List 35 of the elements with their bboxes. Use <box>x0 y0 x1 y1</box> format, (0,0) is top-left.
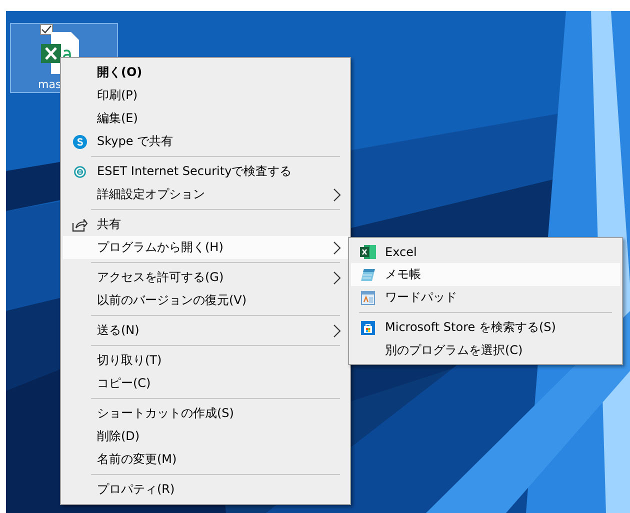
chevron-right-icon <box>333 240 341 254</box>
menu-item[interactable]: 以前のバージョンの復元(V) <box>63 289 348 312</box>
menu-item[interactable]: Microsoft Store を検索する(S) <box>351 316 620 339</box>
menu-item[interactable]: Excel <box>351 240 620 263</box>
menu-item[interactable]: 送る(N) <box>63 319 348 342</box>
menu-item[interactable]: Skype で共有 <box>63 130 348 153</box>
share-icon <box>72 218 88 232</box>
menu-item[interactable]: 削除(D) <box>63 425 348 448</box>
file-name: mas <box>38 78 62 91</box>
menu-item[interactable]: 別のプログラムを選択(C) <box>351 339 620 362</box>
menu-item[interactable]: アクセスを許可する(G) <box>63 266 348 289</box>
spreadsheet-icon <box>360 244 376 258</box>
shield-icon <box>74 166 86 178</box>
menu-item[interactable]: ショートカットの作成(S) <box>63 402 348 425</box>
checkbox[interactable] <box>40 24 53 35</box>
menu-item[interactable]: 詳細設定オプション <box>63 183 348 206</box>
chevron-right-icon <box>333 324 341 338</box>
menu-item[interactable]: メモ帳 <box>351 263 620 286</box>
menu-item[interactable]: 名前の変更(M) <box>63 448 348 471</box>
notepad-icon <box>360 268 376 282</box>
menu-item[interactable]: 切り取り(T) <box>63 349 348 372</box>
menu-item[interactable]: 編集(E) <box>63 107 348 130</box>
chevron-right-icon <box>333 270 341 284</box>
menu-item[interactable]: 共有 <box>63 213 348 236</box>
skype-icon <box>73 134 87 148</box>
menu-item[interactable]: 印刷(P) <box>63 84 348 107</box>
menu-item[interactable]: 開く(O) <box>63 61 348 84</box>
menu-item[interactable]: ESET Internet Securityで検査する <box>63 160 348 183</box>
menu-item[interactable]: プログラムから開く(H) <box>63 236 348 259</box>
menu-item[interactable]: コピー(C) <box>63 372 348 395</box>
menu-item[interactable]: プロパティ(R) <box>63 478 348 501</box>
chevron-right-icon <box>333 188 341 202</box>
document-icon <box>361 290 375 304</box>
store-icon <box>361 320 375 334</box>
menu-item[interactable]: ワードパッド <box>351 286 620 309</box>
